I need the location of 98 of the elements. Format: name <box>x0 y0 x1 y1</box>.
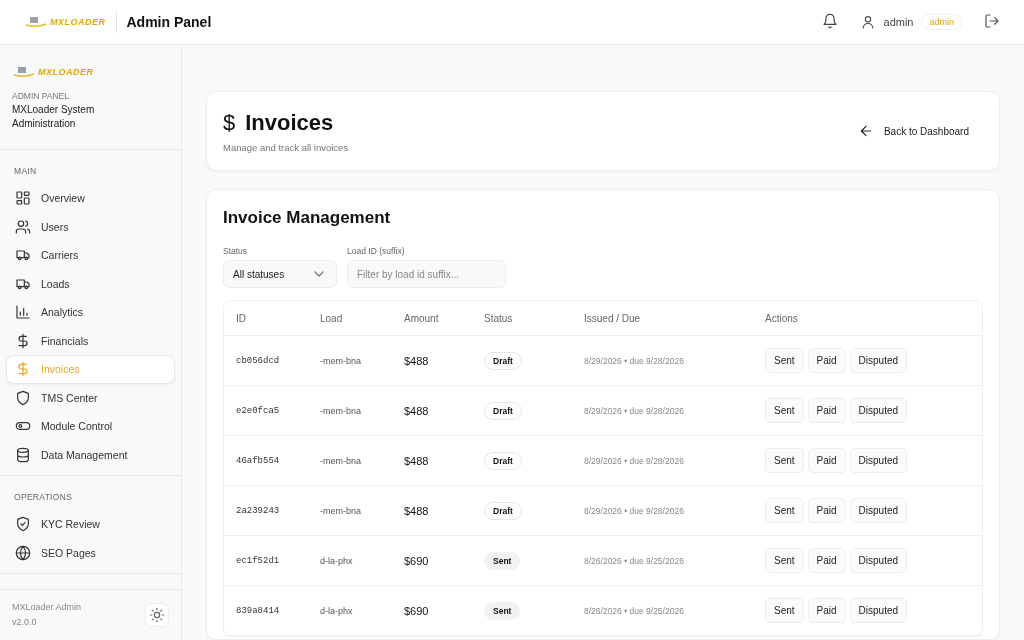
table-cell-text: e2e0fca5 <box>236 405 281 416</box>
column-header: Issued / Due <box>584 312 642 324</box>
table-cell-text: -mem-bna <box>320 405 362 416</box>
field-label: Status <box>223 246 249 256</box>
sun-icon <box>149 607 165 623</box>
grid-icon <box>15 190 31 207</box>
column-header: Status <box>484 312 514 324</box>
table-cell-text: 2a239243 <box>236 505 281 516</box>
table-cell-text: 8/29/2026 • due 9/28/2026 <box>584 355 685 366</box>
table-cell-text: 839a8414 <box>236 605 281 616</box>
users-icon <box>15 218 31 235</box>
column-header: Load <box>320 312 344 324</box>
theme-toggle[interactable] <box>145 603 169 627</box>
action-button[interactable]: Paid <box>807 398 846 423</box>
page-subtitle: Manage and track all invoices <box>223 141 349 153</box>
footer-name: MXLoader Admin <box>12 601 82 614</box>
logo: MXLOADER <box>12 65 169 79</box>
table-cell-text: d-la-phx <box>320 555 354 566</box>
table-cell-text: 46afb554 <box>236 455 281 466</box>
status-badge: Sent <box>484 551 521 570</box>
table-cell-text: 8/26/2026 • due 9/25/2026 <box>584 555 685 566</box>
dollar-glyph: $ <box>223 109 236 136</box>
action-button[interactable]: Sent <box>765 398 804 423</box>
action-button[interactable]: Disputed <box>849 598 908 623</box>
logo: MXLOADER <box>24 15 106 29</box>
input-field[interactable]: Filter by load id suffix... <box>347 260 506 288</box>
action-button[interactable]: Paid <box>807 348 846 373</box>
table-cell-text: $488 <box>404 354 430 367</box>
sidebar-item[interactable]: Analytics <box>6 298 175 327</box>
column-header: Actions <box>765 312 799 324</box>
action-button[interactable]: Paid <box>807 448 846 473</box>
action-button[interactable]: Disputed <box>849 398 908 423</box>
version-text: v2.0.0 <box>12 616 38 629</box>
table-cell-text: $488 <box>404 404 430 417</box>
dollar-icon <box>15 361 31 378</box>
table-cell-text: 8/29/2026 • due 9/28/2026 <box>584 405 685 416</box>
action-button[interactable]: Paid <box>807 598 846 623</box>
sidebar-item[interactable]: TMS Center <box>6 383 175 412</box>
back-link[interactable]: Back to Dashboard <box>851 122 975 140</box>
bar-chart-icon <box>15 304 31 321</box>
table-cell-text: -mem-bna <box>320 355 362 366</box>
status-badge: Draft <box>484 351 522 370</box>
action-button[interactable]: Disputed <box>849 348 908 373</box>
table-cell-text: $690 <box>404 554 430 567</box>
action-button[interactable]: Disputed <box>849 448 908 473</box>
section-title: OPERATIONS <box>13 491 74 504</box>
action-button[interactable]: Sent <box>765 498 804 523</box>
table-cell-text: $488 <box>404 504 430 517</box>
table-cell-text: -mem-bna <box>320 455 362 466</box>
status-badge: Draft <box>484 451 522 470</box>
bell-icon <box>821 13 838 29</box>
app-title: Admin Panel <box>126 14 212 30</box>
globe-icon <box>15 544 31 561</box>
column-header: ID <box>236 312 247 324</box>
role-badge: admin <box>921 14 962 30</box>
status-badge: Sent <box>484 601 521 620</box>
sidebar-item[interactable]: SEO Pages <box>6 538 175 567</box>
database-icon <box>15 446 31 463</box>
table-cell-text: cb056dcd <box>236 355 281 366</box>
action-button[interactable]: Disputed <box>849 498 908 523</box>
logout-icon <box>984 13 1000 29</box>
action-button[interactable]: Sent <box>765 348 804 373</box>
status-badge: Draft <box>484 401 522 420</box>
sidebar-item[interactable]: Data Management <box>6 440 175 469</box>
shield-check-icon <box>15 516 31 533</box>
column-header: Amount <box>404 312 440 324</box>
sidebar-item[interactable]: Carriers <box>6 241 175 270</box>
sidebar-item[interactable]: Module Control <box>6 412 175 441</box>
sidebar-item[interactable]: Financials <box>6 326 175 355</box>
status-badge: Draft <box>484 501 522 520</box>
action-button[interactable]: Disputed <box>849 548 908 573</box>
action-button[interactable]: Sent <box>765 598 804 623</box>
table-cell-text: 8/26/2026 • due 9/25/2026 <box>584 605 685 616</box>
status-dropdown[interactable]: All statuses <box>223 260 337 288</box>
table-cell-text: d-la-phx <box>320 605 354 616</box>
sidebar-item[interactable]: Loads <box>6 269 175 298</box>
page-title: Invoices <box>245 109 334 136</box>
sidebar-item[interactable]: Users <box>6 212 175 241</box>
action-button[interactable]: Paid <box>807 498 846 523</box>
panel-subtitle: MXLoader System Administration <box>12 103 96 131</box>
panel-caption: ADMIN PANEL <box>12 91 70 101</box>
table-cell-text: 8/29/2026 • due 9/28/2026 <box>584 455 685 466</box>
table-cell-text: -mem-bna <box>320 505 362 516</box>
action-button[interactable]: Paid <box>807 548 846 573</box>
table-cell-text: $690 <box>404 604 430 617</box>
dollar-icon <box>15 332 31 349</box>
table-cell-text: 8/29/2026 • due 9/28/2026 <box>584 505 685 516</box>
action-button[interactable]: Sent <box>765 448 804 473</box>
section-title: MAIN <box>13 165 38 178</box>
user-name: admin <box>883 16 914 28</box>
table-cell-text: $488 <box>404 454 430 467</box>
sidebar-item[interactable]: KYC Review <box>6 510 175 539</box>
field-label: Load ID (suffix) <box>347 246 406 256</box>
table-cell-text: ec1f52d1 <box>236 555 281 566</box>
action-button[interactable]: Sent <box>765 548 804 573</box>
sidebar-item[interactable]: Overview <box>6 184 175 213</box>
section-heading: Invoice Management <box>223 208 392 228</box>
shield-icon <box>15 389 31 406</box>
